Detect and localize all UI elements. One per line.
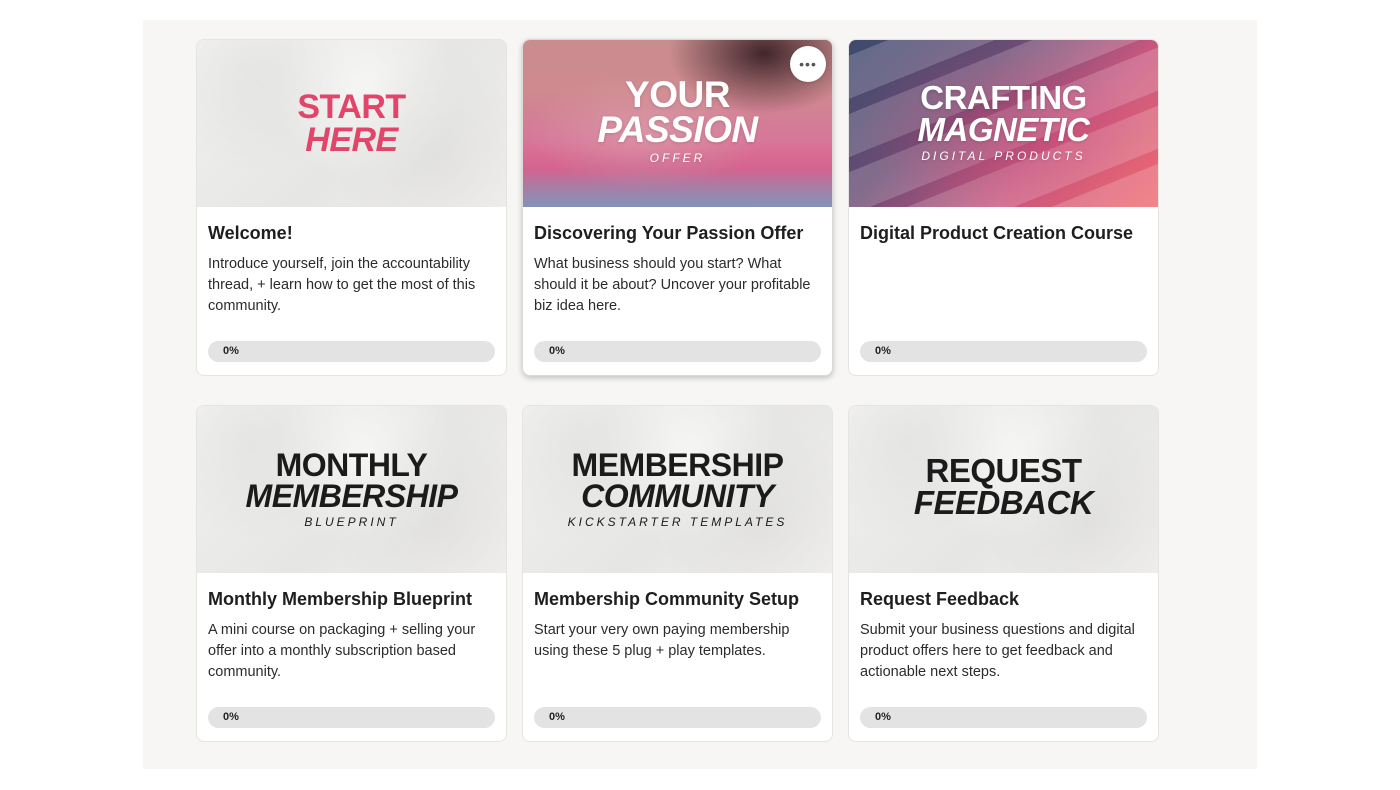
- progress-bar: 0%: [534, 707, 821, 728]
- course-title: Discovering Your Passion Offer: [534, 223, 804, 243]
- thumbnail-line-1: MEMBERSHIP: [571, 447, 784, 484]
- course-thumbnail: MONTHLY MEMBERSHIP BLUEPRINT: [197, 406, 506, 573]
- thumbnail-line-1: YOUR: [625, 73, 730, 115]
- course-description: Submit your business questions and digit…: [860, 622, 1135, 680]
- progress-label: 0%: [875, 345, 891, 357]
- progress-label: 0%: [875, 711, 891, 723]
- thumbnail-subtitle: OFFER: [649, 150, 706, 165]
- thumbnail-line-1: START: [297, 88, 406, 127]
- course-body: Digital Product Creation Course 0%: [849, 207, 1158, 375]
- course-title: Digital Product Creation Course: [860, 223, 1134, 243]
- course-card-request-feedback[interactable]: REQUEST FEEDBACK Request Feedback Submit…: [848, 405, 1159, 742]
- more-horizontal-icon: •••: [799, 56, 817, 72]
- progress-label: 0%: [223, 711, 239, 723]
- thumbnail-text: MONTHLY MEMBERSHIP BLUEPRINT: [245, 447, 458, 530]
- thumbnail-line-2: MAGNETIC: [917, 110, 1091, 148]
- course-thumbnail: START HERE: [197, 40, 506, 207]
- course-card-passion-offer[interactable]: ••• YOUR PASSION OFFER Discovering Your …: [522, 39, 833, 376]
- thumbnail-text: START HERE: [297, 88, 406, 159]
- progress-bar: 0%: [860, 707, 1147, 728]
- progress-label: 0%: [223, 345, 239, 357]
- classroom-area: START HERE Welcome! Introduce yourself, …: [143, 20, 1257, 769]
- thumbnail-subtitle: DIGITAL PRODUCTS: [921, 149, 1086, 164]
- course-body: Request Feedback Submit your business qu…: [849, 573, 1158, 741]
- thumbnail-line-1: REQUEST: [925, 452, 1082, 490]
- thumbnail-line-1: CRAFTING: [920, 79, 1087, 117]
- thumbnail-subtitle: BLUEPRINT: [304, 515, 399, 530]
- thumbnail-text: REQUEST FEEDBACK: [913, 452, 1094, 521]
- course-thumbnail: MEMBERSHIP COMMUNITY KICKSTARTER TEMPLAT…: [523, 406, 832, 573]
- thumbnail-line-2: HERE: [305, 120, 398, 159]
- course-body: Monthly Membership Blueprint A mini cour…: [197, 573, 506, 741]
- course-grid: START HERE Welcome! Introduce yourself, …: [196, 39, 1159, 742]
- progress-label: 0%: [549, 711, 565, 723]
- course-description: Start your very own paying membership us…: [534, 622, 790, 659]
- course-title: Membership Community Setup: [534, 589, 800, 609]
- thumbnail-line-2: MEMBERSHIP: [245, 477, 458, 514]
- thumbnail-line-2: PASSION: [597, 108, 758, 150]
- course-description: A mini course on packaging + selling you…: [208, 622, 476, 680]
- thumbnail-line-2: COMMUNITY: [581, 477, 774, 514]
- course-body: Membership Community Setup Start your ve…: [523, 573, 832, 741]
- course-body: Discovering Your Passion Offer What busi…: [523, 207, 832, 375]
- thumbnail-text: MEMBERSHIP COMMUNITY KICKSTARTER TEMPLAT…: [567, 447, 788, 530]
- progress-bar: 0%: [208, 341, 495, 362]
- progress-bar: 0%: [208, 707, 495, 728]
- thumbnail-line-2: FEEDBACK: [913, 483, 1094, 521]
- course-thumbnail: REQUEST FEEDBACK: [849, 406, 1158, 573]
- course-card-digital-product[interactable]: CRAFTING MAGNETIC DIGITAL PRODUCTS Digit…: [848, 39, 1159, 376]
- thumbnail-line-1: MONTHLY: [275, 447, 428, 484]
- course-card-welcome[interactable]: START HERE Welcome! Introduce yourself, …: [196, 39, 507, 376]
- course-description: Introduce yourself, join the accountabil…: [208, 256, 476, 314]
- progress-label: 0%: [549, 345, 565, 357]
- course-card-monthly-membership[interactable]: MONTHLY MEMBERSHIP BLUEPRINT Monthly Mem…: [196, 405, 507, 742]
- course-description: What business should you start? What sho…: [534, 256, 811, 314]
- course-thumbnail: CRAFTING MAGNETIC DIGITAL PRODUCTS: [849, 40, 1158, 207]
- more-options-button[interactable]: •••: [790, 46, 826, 82]
- course-body: Welcome! Introduce yourself, join the ac…: [197, 207, 506, 375]
- course-title: Request Feedback: [860, 589, 1020, 609]
- progress-bar: 0%: [534, 341, 821, 362]
- course-title: Monthly Membership Blueprint: [208, 589, 473, 609]
- thumbnail-text: YOUR PASSION OFFER: [597, 73, 758, 165]
- thumbnail-text: CRAFTING MAGNETIC DIGITAL PRODUCTS: [917, 79, 1091, 164]
- thumbnail-subtitle: KICKSTARTER TEMPLATES: [567, 515, 788, 530]
- course-thumbnail: ••• YOUR PASSION OFFER: [523, 40, 832, 207]
- progress-bar: 0%: [860, 341, 1147, 362]
- course-card-membership-community[interactable]: MEMBERSHIP COMMUNITY KICKSTARTER TEMPLAT…: [522, 405, 833, 742]
- course-title: Welcome!: [208, 223, 293, 243]
